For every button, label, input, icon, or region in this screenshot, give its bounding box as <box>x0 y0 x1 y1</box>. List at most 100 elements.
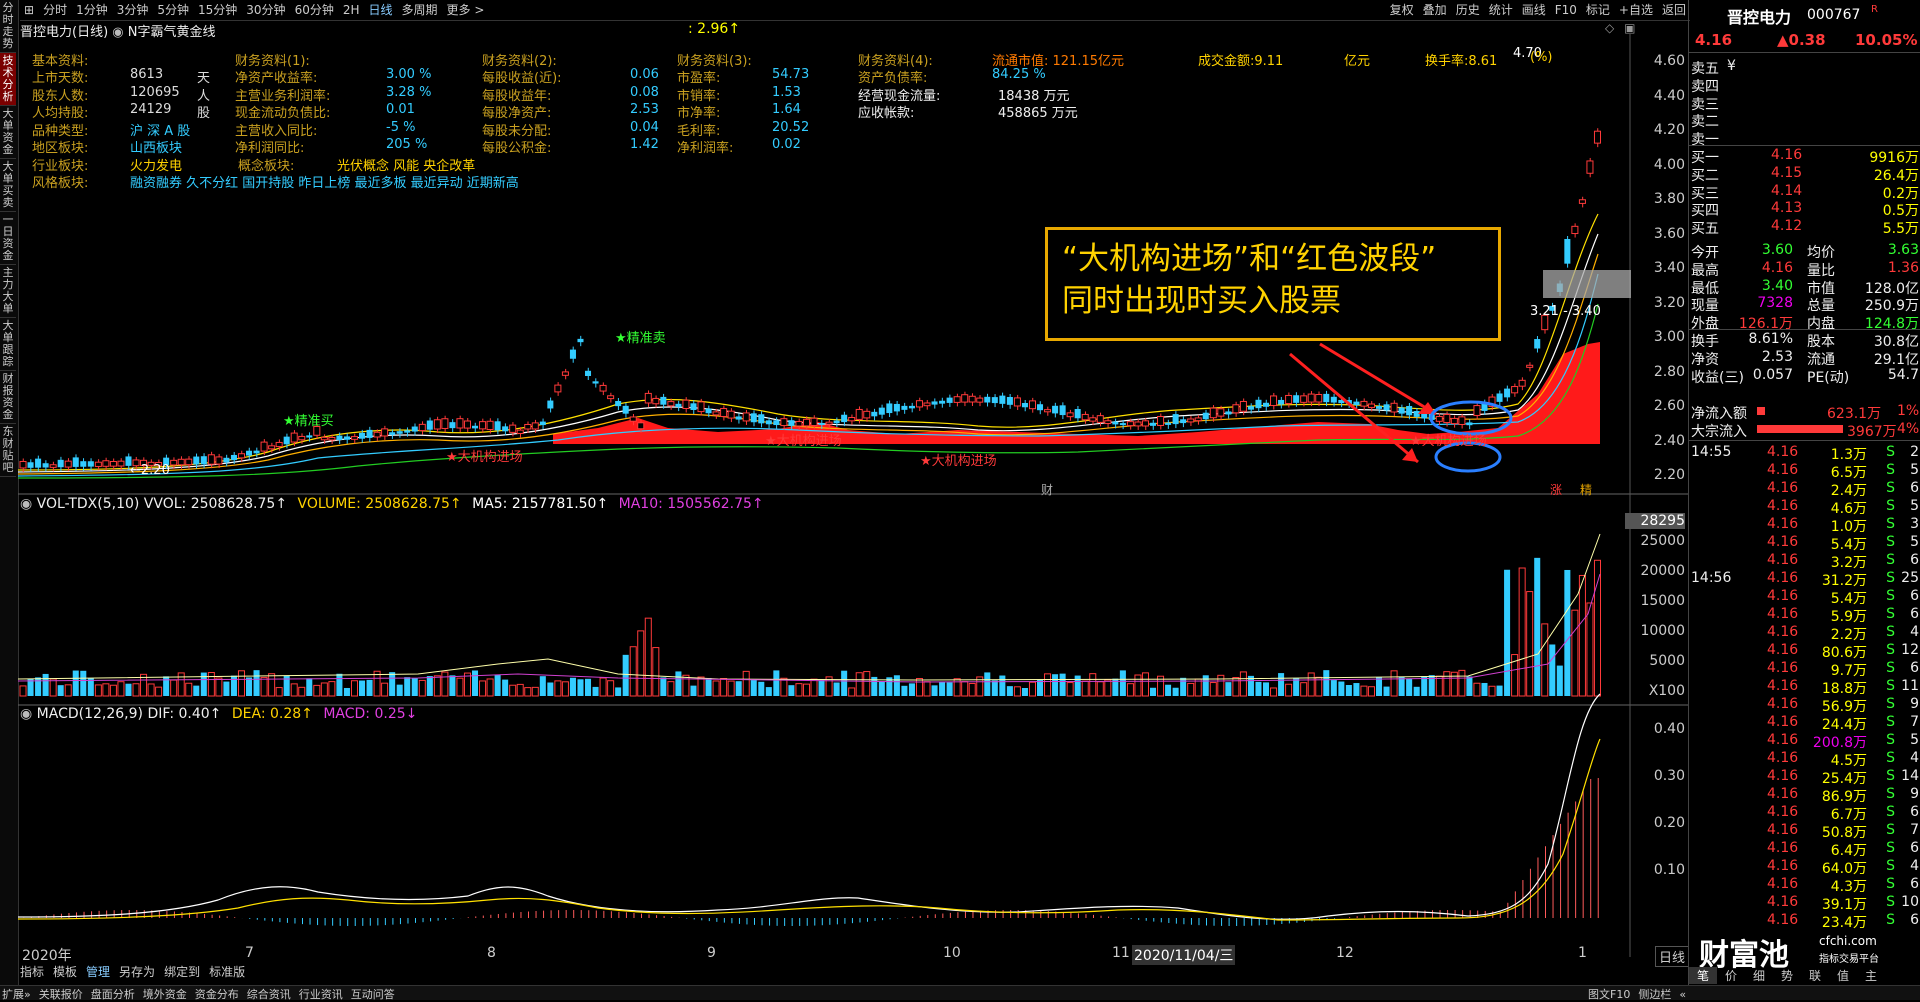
info-l4-4: 净利润率: <box>677 141 734 156</box>
indicator-tool-1[interactable]: 模板 <box>53 965 77 979</box>
indicator-tool-2[interactable]: 管理 <box>86 965 110 979</box>
indicator-tool-4[interactable]: 绑定到 <box>164 965 200 979</box>
right-tab-6[interactable]: 主 <box>1857 967 1885 984</box>
period-3[interactable]: 5分钟 <box>157 0 189 20</box>
status-link-6[interactable]: 行业资讯 <box>299 988 343 1001</box>
status-right-1[interactable]: 侧边栏 <box>1638 988 1671 1001</box>
chart-bar <box>1194 417 1202 422</box>
orderbook-row: 卖一 <box>1689 129 1920 148</box>
right-tab-4[interactable]: 联 <box>1801 967 1829 984</box>
left-tab-1[interactable]: 分时走势 <box>0 0 16 53</box>
left-tab-6[interactable]: 主力大单 <box>0 265 16 318</box>
period-10[interactable]: 更多 > <box>447 0 485 20</box>
chart-bar <box>343 436 350 440</box>
left-tab-7[interactable]: 大单跟踪 <box>0 318 16 371</box>
chart-bar <box>27 462 34 468</box>
chart-bar <box>1307 393 1315 403</box>
status-right-0[interactable]: 图文F10 <box>1588 988 1630 1001</box>
chart-bar <box>1458 669 1466 697</box>
macd-toggle-icon[interactable]: ◉ <box>20 706 32 722</box>
tick-count: 14 <box>1901 768 1919 784</box>
status-link-0[interactable]: 扩展» <box>2 988 31 1001</box>
tool-2[interactable]: 历史 <box>1456 0 1480 20</box>
chart-bar <box>1383 686 1390 696</box>
right-tab-2[interactable]: 细 <box>1745 967 1773 984</box>
tool-7[interactable]: +自选 <box>1619 0 1653 20</box>
left-tab-5[interactable]: 一日资金 <box>0 212 16 265</box>
status-link-5[interactable]: 综合资讯 <box>247 988 291 1001</box>
left-tab-3[interactable]: 大单资金 <box>0 106 16 159</box>
tool-1[interactable]: 叠加 <box>1423 0 1447 20</box>
period-0[interactable]: 分时 <box>43 0 67 20</box>
chart-bar <box>359 680 366 696</box>
tool-6[interactable]: 标记 <box>1586 0 1610 20</box>
tool-8[interactable]: 返回 <box>1662 0 1686 20</box>
period-7[interactable]: 2H <box>343 0 360 20</box>
period-1[interactable]: 1分钟 <box>76 0 108 20</box>
right-tab-0[interactable]: 笔 <box>1689 967 1717 984</box>
chart-bar <box>1421 676 1428 696</box>
orderbook-price: 4.15 <box>1771 164 1803 181</box>
chart-bar <box>411 426 418 432</box>
tick-volume: 56.9万 <box>1821 699 1867 715</box>
chart-bar <box>366 679 373 696</box>
status-right-2[interactable]: « <box>1679 988 1686 1001</box>
tick-price: 4.16 <box>1767 534 1799 550</box>
tick-side: S <box>1886 498 1895 514</box>
stats-row: 换手 8.61% 股本 30.8亿 <box>1689 331 1920 350</box>
status-link-7[interactable]: 互动问答 <box>351 988 395 1001</box>
volume-tick: 10000 <box>1640 623 1685 639</box>
period-8[interactable]: 日线 <box>369 0 393 20</box>
chart-bar <box>1052 674 1059 696</box>
tool-4[interactable]: 画线 <box>1522 0 1546 20</box>
period-9[interactable]: 多周期 <box>402 0 438 20</box>
chart-bar <box>1239 400 1247 412</box>
left-tab-4[interactable]: 大单买卖 <box>0 159 16 212</box>
tick-count: 4 <box>1910 750 1919 766</box>
chart-bar <box>1496 685 1503 696</box>
period-4[interactable]: 15分钟 <box>198 0 237 20</box>
indicator-tool-3[interactable]: 另存为 <box>119 965 155 979</box>
right-tab-1[interactable]: 价 <box>1717 967 1745 984</box>
day-line-button[interactable]: 日线 <box>1655 946 1690 967</box>
status-link-4[interactable]: 资金分布 <box>195 988 239 1001</box>
status-link-3[interactable]: 境外资金 <box>143 988 187 1001</box>
chart-bar <box>1443 414 1451 424</box>
period-6[interactable]: 60分钟 <box>295 0 334 20</box>
tick-volume: 9.7万 <box>1830 663 1867 679</box>
chart-bar <box>223 681 230 696</box>
diamond-icon[interactable]: ◇ <box>1605 21 1614 35</box>
macd-dif-line <box>18 693 1601 920</box>
style-value[interactable]: 融资融券 久不分红 国开持股 昨日上榜 最近多板 最近异动 近期新高 <box>130 172 519 191</box>
indicator-tool-5[interactable]: 标准版 <box>209 965 245 979</box>
tick-volume: 25.4万 <box>1821 771 1867 787</box>
low-price-label: ←2.20 <box>130 463 170 478</box>
info-v4-0: 54.73 <box>772 67 810 82</box>
minimize-icon[interactable]: ▣ <box>1624 21 1635 35</box>
chart-bar <box>848 416 856 422</box>
indicator-tool-0[interactable]: 指标 <box>20 965 44 979</box>
chart-controls: ◇ ▣ <box>1605 21 1635 35</box>
orderbook-price: 4.12 <box>1771 218 1803 235</box>
macd-title-row: ◉ MACD(12,26,9) DIF: 0.40↑ DEA: 0.28↑ MA… <box>20 706 417 722</box>
left-tab-2[interactable]: 技术分析 <box>0 53 16 106</box>
status-link-2[interactable]: 盘面分析 <box>91 988 135 1001</box>
period-5[interactable]: 30分钟 <box>246 0 285 20</box>
period-2[interactable]: 3分钟 <box>117 0 149 20</box>
tool-5[interactable]: F10 <box>1555 0 1577 20</box>
tool-3[interactable]: 统计 <box>1489 0 1513 20</box>
chart-bar <box>908 405 915 409</box>
tool-0[interactable]: 复权 <box>1390 0 1414 20</box>
tick-side: S <box>1886 732 1895 748</box>
right-tab-3[interactable]: 势 <box>1773 967 1801 984</box>
right-tab-5[interactable]: 值 <box>1829 967 1857 984</box>
chart-bar <box>411 678 418 696</box>
price-range-highlight <box>1543 270 1631 298</box>
status-link-1[interactable]: 关联报价 <box>39 988 83 1001</box>
left-tab-8[interactable]: 财报资金 <box>0 371 16 424</box>
vol-toggle-icon[interactable]: ◉ <box>20 496 32 512</box>
left-tab-9[interactable]: 东财贴吧 <box>0 424 16 477</box>
period-menu-icon[interactable]: ⊞ <box>24 0 34 20</box>
chart-bar <box>780 677 788 697</box>
chart-bar <box>629 646 637 697</box>
